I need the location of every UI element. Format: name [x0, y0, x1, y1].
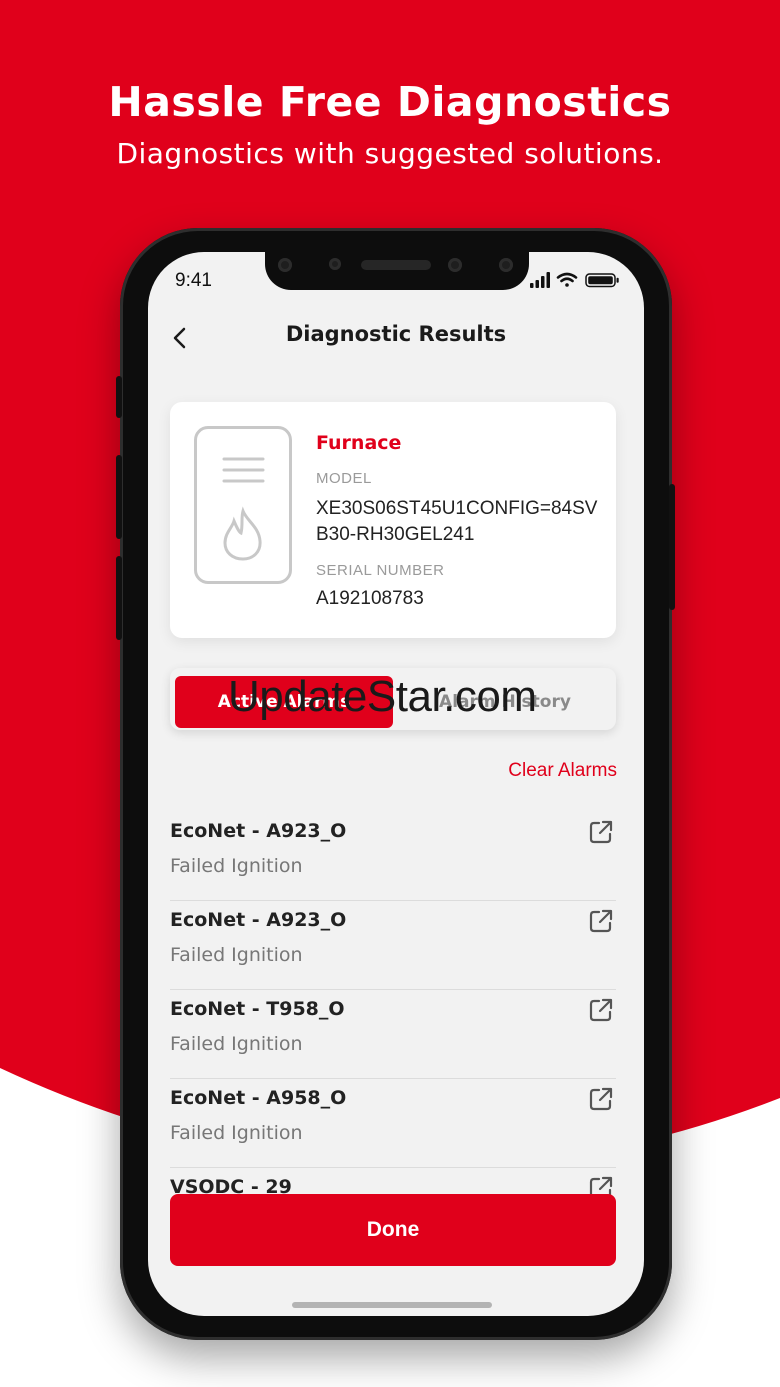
alarm-code: EcoNet - A958_O — [170, 1087, 347, 1109]
alarm-code: EcoNet - A923_O — [170, 820, 347, 842]
serial-label: SERIAL NUMBER — [316, 562, 445, 579]
speaker-grille — [361, 260, 431, 270]
model-label: MODEL — [316, 470, 372, 487]
phone-mute-switch — [116, 376, 122, 418]
proximity-sensor-icon — [499, 258, 513, 272]
status-time: 9:41 — [175, 270, 212, 291]
sensor-icon — [329, 258, 341, 270]
alarm-code: EcoNet - A923_O — [170, 909, 347, 931]
device-type: Furnace — [316, 432, 402, 454]
furnace-icon — [194, 426, 292, 584]
wifi-icon — [556, 272, 578, 287]
external-link-icon[interactable] — [588, 997, 614, 1023]
page-title: Diagnostic Results — [285, 322, 507, 346]
phone-power-button — [669, 484, 675, 610]
camera-icon — [278, 258, 292, 272]
promo-subheadline: Diagnostics with suggested solutions. — [116, 137, 664, 170]
promo-headline: Hassle Free Diagnostics — [108, 78, 672, 126]
clear-alarms-link[interactable]: Clear Alarms — [508, 760, 617, 782]
watermark-text: UpdateStar.com — [228, 672, 537, 721]
alarm-row[interactable]: EcoNet - A923_O Failed Ignition — [170, 901, 616, 990]
battery-icon — [585, 273, 619, 288]
alarm-row[interactable]: EcoNet - A923_O Failed Ignition — [170, 812, 616, 901]
alarm-description: Failed Ignition — [170, 855, 303, 877]
alarm-code: EcoNet - T958_O — [170, 998, 345, 1020]
home-indicator — [292, 1302, 492, 1308]
external-link-icon[interactable] — [588, 1086, 614, 1112]
status-icons — [530, 272, 622, 288]
serial-value: A192108783 — [316, 588, 424, 609]
alarm-row[interactable]: EcoNet - A958_O Failed Ignition — [170, 1079, 616, 1168]
phone-volume-down — [116, 556, 122, 640]
phone-screen: 9:41 Diagnostic Results Furnace MODEL XE… — [148, 252, 644, 1316]
external-link-icon[interactable] — [588, 908, 614, 934]
alarm-description: Failed Ignition — [170, 1122, 303, 1144]
alarm-row[interactable]: EcoNet - T958_O Failed Ignition — [170, 990, 616, 1079]
signal-icon — [530, 272, 550, 288]
phone-notch — [265, 252, 529, 290]
alarm-list: EcoNet - A923_O Failed Ignition EcoNet -… — [170, 812, 616, 1257]
alarm-description: Failed Ignition — [170, 1033, 303, 1055]
alarm-description: Failed Ignition — [170, 944, 303, 966]
external-link-icon[interactable] — [588, 819, 614, 845]
device-card: Furnace MODEL XE30S06ST45U1CONFIG=84SVB3… — [170, 402, 616, 638]
model-value: XE30S06ST45U1CONFIG=84SVB30-RH30GEL241 — [316, 498, 598, 545]
phone-volume-up — [116, 455, 122, 539]
front-camera-icon — [448, 258, 462, 272]
done-button[interactable]: Done — [170, 1194, 616, 1266]
